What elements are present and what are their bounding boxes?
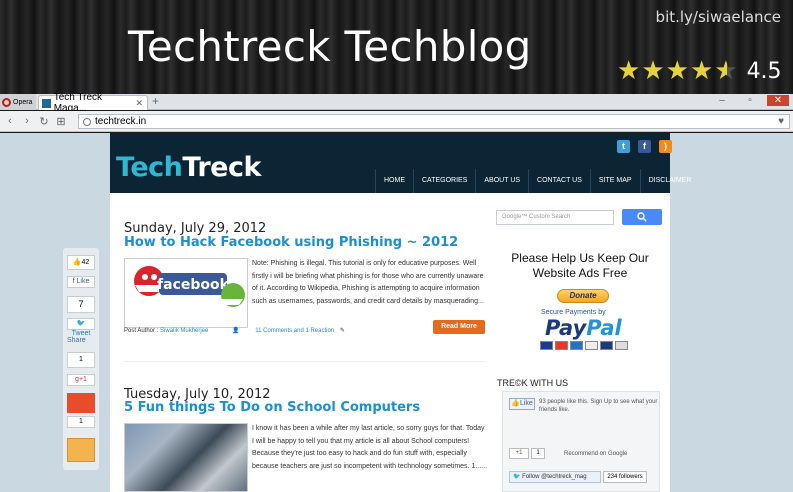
discover-icon [585, 341, 598, 350]
nav-categories[interactable]: CATEGORIES [413, 169, 475, 193]
card-logos [540, 341, 628, 350]
maximize-button[interactable]: ▫ [739, 95, 761, 106]
user-icon: 👤 [232, 328, 240, 334]
donate-heading: Please Help Us Keep Our Website Ads Free [511, 251, 649, 280]
visa-icon [540, 341, 553, 350]
post-divider [124, 361, 486, 362]
rss-feed-icon[interactable] [67, 438, 95, 462]
fb-like-button[interactable]: 👍Like [509, 398, 535, 410]
nav-disclaimer[interactable]: DISCLAIMER [639, 169, 700, 193]
back-icon[interactable]: ‹ [3, 115, 17, 127]
star-icon: ★ [689, 56, 714, 86]
opera-menu-label: Opera [13, 98, 33, 106]
site-logo[interactable]: TechTreck [116, 152, 261, 183]
plus-icon[interactable]: + [152, 94, 159, 108]
logo-part1: Tech [116, 152, 183, 183]
mastercard-icon [555, 341, 568, 350]
search-icon [637, 212, 647, 222]
post-image[interactable]: facebook [124, 258, 248, 328]
speeddial-icon[interactable]: ⊞ [54, 115, 68, 128]
star-icon: ★ [665, 56, 689, 86]
nav-home[interactable]: HOME [375, 169, 413, 193]
facebook-icon[interactable]: f [638, 140, 651, 153]
reload-icon[interactable]: ↻ [37, 115, 51, 128]
nav-site-map[interactable]: SITE MAP [589, 169, 640, 193]
gplus-count: 1 [67, 352, 95, 368]
search-input[interactable]: Google™ Custom Search [496, 210, 614, 225]
nav-about-us[interactable]: ABOUT US [475, 169, 528, 193]
post-image[interactable] [124, 423, 248, 492]
banner-title: Techtreck Techblog [128, 22, 532, 71]
comment-icon: ✎ [339, 328, 345, 334]
tweet-button[interactable]: 🐦Tweet [67, 318, 95, 337]
author-link[interactable]: Siwalik Mukherjee [160, 328, 208, 334]
address-bar: ‹ › ↻ ⊞ techtreck.in ♥ [0, 111, 793, 132]
twitter-follow-button[interactable]: 🐦 Follow @techtreck_mag [509, 471, 601, 483]
fb-count: 👍42 [67, 255, 95, 270]
main-nav: HOME CATEGORIES ABOUT US CONTACT US SITE… [375, 169, 699, 193]
star-icon: ★ [617, 56, 641, 86]
globe-icon [83, 117, 91, 126]
logo-part2: Treck [182, 152, 261, 183]
post-title[interactable]: How to Hack Facebook using Phishing ~ 20… [124, 235, 458, 250]
twitter-icon[interactable]: t [617, 140, 630, 153]
author-label: Post Author : [124, 328, 159, 334]
promo-banner: Techtreck Techblog bit.ly/siwaelance ★ ★… [0, 0, 793, 94]
stumbleupon-icon[interactable] [67, 393, 95, 413]
heart-icon[interactable]: ♥ [778, 116, 784, 127]
card-icon [600, 341, 613, 350]
rss-icon[interactable]: ) [659, 140, 672, 153]
donate-button[interactable]: Donate [557, 289, 609, 303]
opera-menu-button[interactable]: Opera [0, 94, 36, 110]
window-close-button[interactable]: ✕ [767, 95, 789, 106]
post-excerpt: Note: Phishing is illegal. This tutorial… [252, 260, 484, 305]
facebook-phishing-illustration: facebook [134, 266, 245, 307]
tab-strip: Opera Tech Treck Maga... ✕ + – ▫ ✕ [0, 92, 793, 114]
half-star-icon: ★ [714, 56, 738, 86]
comments-link[interactable]: 11 Comments and 1 Reaction [255, 328, 334, 334]
post-date: Sunday, July 29, 2012 [124, 221, 267, 236]
gplus-button[interactable]: g+1 [67, 374, 95, 386]
opera-logo-icon [2, 97, 11, 107]
gplus-text: Recommend on Google [564, 451, 628, 457]
banner-link[interactable]: bit.ly/siwaelance [656, 8, 781, 26]
gplus-count: 1 [531, 448, 545, 459]
fb-like-button[interactable]: f Like [67, 276, 95, 288]
image-text: facebook [157, 277, 230, 293]
share-link[interactable]: Share [67, 337, 86, 344]
window-controls: – ▫ ✕ [711, 95, 789, 106]
tab-techtreck[interactable]: Tech Treck Maga... ✕ [38, 92, 148, 114]
rating: ★ ★ ★ ★ ★ 4.5 [617, 58, 782, 84]
secure-payments-label: Secure Payments by [541, 309, 606, 316]
widget-heading: TRE©K WITH US [497, 378, 569, 388]
read-more-button[interactable]: Read More [433, 320, 485, 334]
star-icon: ★ [641, 56, 665, 86]
stumble-count: 1 [67, 416, 95, 428]
amex-icon [570, 341, 583, 350]
fb-like-text: 93 people like this. Sign Up to see what… [539, 399, 658, 413]
url-field[interactable]: techtreck.in ♥ [78, 114, 790, 129]
favicon-icon [42, 98, 51, 108]
paypal-logo: PayPal [545, 316, 622, 340]
url-text: techtreck.in [95, 116, 147, 127]
post-excerpt: I know it has been a while after my last… [252, 425, 488, 470]
nav-contact-us[interactable]: CONTACT US [528, 169, 590, 193]
bank-icon [615, 341, 628, 350]
post-meta: Post Author : Siwalik Mukherjee 👤 11 Com… [124, 327, 345, 334]
gplus-button[interactable]: +1 [509, 448, 529, 459]
search-button[interactable] [622, 209, 662, 225]
post-title[interactable]: 5 Fun things To Do on School Computers [124, 400, 420, 415]
forward-icon[interactable]: › [20, 115, 34, 127]
minimize-button[interactable]: – [711, 95, 733, 106]
tweet-count: 7 [67, 296, 95, 313]
followers-count: 234 followers [603, 471, 647, 483]
close-icon[interactable]: ✕ [135, 98, 143, 109]
rating-value: 4.5 [746, 58, 782, 84]
social-links: t f ) [617, 140, 672, 153]
